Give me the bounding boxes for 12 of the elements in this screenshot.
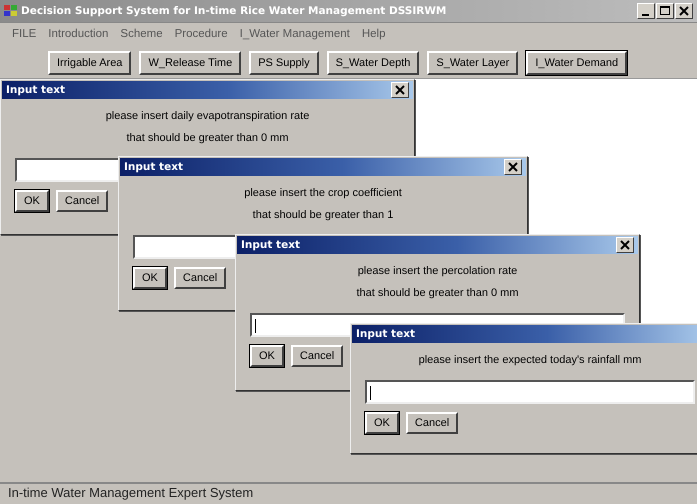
prompt-text: please insert the expected today's rainfall mm <box>418 354 642 366</box>
dialog-title: Input text <box>124 161 183 173</box>
dialog-title: Input text <box>6 84 65 96</box>
dialog-title: Input text <box>356 328 415 340</box>
prompt-text: that should be greater than 0 mm <box>125 132 290 144</box>
prompt-text: please insert the crop coefficient <box>243 187 403 199</box>
prompt-text: please insert daily evapotranspiration rate <box>104 110 310 122</box>
prompt-text: that should be greater than 1 <box>252 209 394 221</box>
window-title: Decision Support System for In-time Rice Water Management DSSIRWM <box>21 5 448 17</box>
dialog-title: Input text <box>241 239 300 251</box>
prompt-text: that should be greater than 0 mm <box>355 287 520 299</box>
prompt-text: please insert the percolation rate <box>356 265 518 277</box>
